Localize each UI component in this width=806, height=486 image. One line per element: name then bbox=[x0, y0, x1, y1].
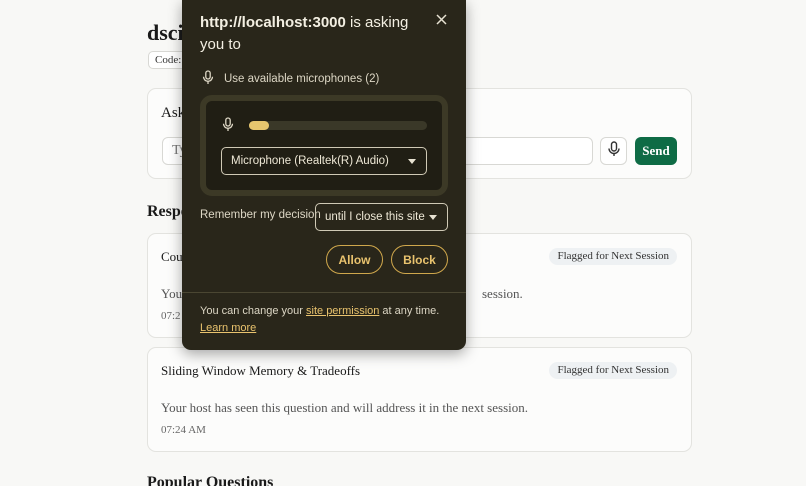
footer-text: You can change your site permission at a… bbox=[200, 303, 450, 337]
microphone-icon bbox=[607, 140, 621, 162]
close-button[interactable] bbox=[433, 13, 449, 29]
permission-label: Use available microphones (2) bbox=[224, 73, 380, 85]
footer-suffix: at any time. bbox=[379, 305, 440, 317]
footer-prefix: You can change your bbox=[200, 305, 307, 317]
microphone-select-value: Microphone (Realtek(R) Audio) bbox=[231, 155, 389, 167]
microphone-select[interactable]: Microphone (Realtek(R) Audio) bbox=[221, 147, 427, 175]
chevron-down-icon bbox=[408, 159, 416, 164]
popup-title: http://localhost:3000 is asking you to bbox=[200, 12, 425, 56]
chevron-down-icon bbox=[429, 215, 437, 220]
close-icon bbox=[435, 12, 447, 30]
microphone-panel: Microphone (Realtek(R) Audio) bbox=[200, 95, 448, 196]
status-badge: Flagged for Next Session bbox=[549, 248, 677, 265]
popup-origin: http://localhost:3000 bbox=[200, 14, 346, 31]
mic-level-meter bbox=[249, 121, 427, 130]
mic-level-fill bbox=[249, 121, 269, 130]
permission-request: Use available microphones (2) bbox=[202, 70, 379, 88]
send-button[interactable]: Send bbox=[635, 137, 677, 165]
response-body-end: session. bbox=[482, 286, 523, 301]
allow-button[interactable]: Allow bbox=[326, 245, 383, 274]
learn-more-link[interactable]: Learn more bbox=[200, 322, 256, 334]
divider bbox=[182, 292, 466, 293]
remember-select-value: until I close this site bbox=[325, 211, 425, 223]
popular-questions-heading: Popular Questions bbox=[147, 474, 274, 486]
remember-label: Remember my decision bbox=[200, 209, 321, 221]
microphone-icon bbox=[222, 117, 234, 137]
permission-popup: http://localhost:3000 is asking you to U… bbox=[182, 0, 466, 350]
response-time: 07:24 AM bbox=[161, 424, 206, 436]
site-permission-link[interactable]: site permission bbox=[306, 305, 379, 317]
response-body: Your host has seen this question and wil… bbox=[161, 400, 528, 415]
response-title: Cou bbox=[161, 249, 183, 264]
remember-select[interactable]: until I close this site bbox=[315, 203, 448, 231]
response-card: Sliding Window Memory & Tradeoffs Flagge… bbox=[147, 347, 692, 452]
response-time: 07:2 bbox=[161, 310, 181, 322]
microphone-button[interactable] bbox=[600, 137, 627, 165]
microphone-icon bbox=[202, 70, 214, 88]
block-button[interactable]: Block bbox=[391, 245, 448, 274]
status-badge: Flagged for Next Session bbox=[549, 362, 677, 379]
response-title: Sliding Window Memory & Tradeoffs bbox=[161, 363, 361, 378]
